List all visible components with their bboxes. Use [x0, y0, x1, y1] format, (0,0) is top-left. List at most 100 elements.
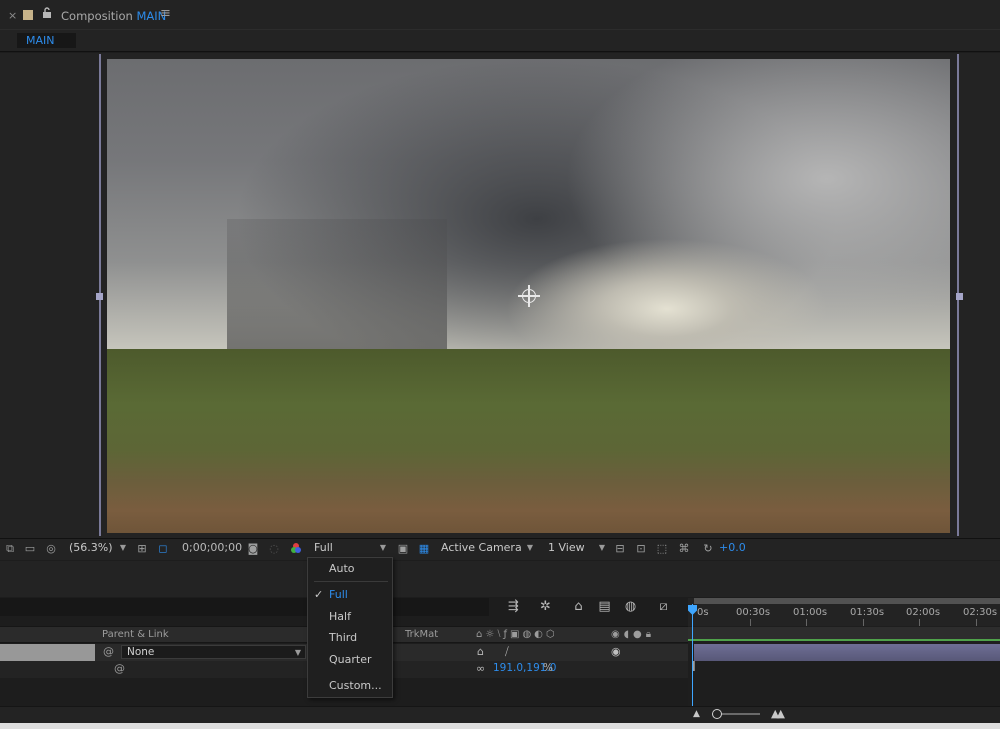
- ruler-tick: [750, 619, 751, 626]
- ruler-label-4: 02:00s: [906, 607, 941, 618]
- close-icon[interactable]: ×: [8, 9, 17, 22]
- chevron-down-icon: ▼: [379, 543, 386, 552]
- anchor-point-icon[interactable]: [518, 285, 540, 307]
- ruler-tick: [919, 619, 920, 626]
- playhead-line[interactable]: [692, 604, 693, 706]
- menu-item-half[interactable]: Half: [308, 607, 394, 627]
- parent-link-header: Parent & Link: [102, 629, 169, 640]
- constrain-proportions-icon[interactable]: ∞: [476, 662, 485, 675]
- menu-item-custom[interactable]: Custom...: [308, 676, 394, 696]
- timeline-icon[interactable]: ⬚: [655, 542, 669, 555]
- ruler-tick: [806, 619, 807, 626]
- menu-item-full[interactable]: ✓ Full: [308, 585, 394, 605]
- camera-dropdown[interactable]: Active Camera ▼: [437, 540, 537, 557]
- mask-path-icon[interactable]: ◻: [156, 542, 170, 555]
- menu-item-auto[interactable]: Auto: [308, 559, 394, 579]
- camera-value: Active Camera: [441, 541, 522, 554]
- menu-item-label: Quarter: [329, 653, 372, 666]
- composition-navigator-icon[interactable]: ⇶: [505, 599, 522, 614]
- layer-switches-header: ⌂☼⧵ƒ▣◍◐⬡: [476, 629, 558, 640]
- mask-view-icon[interactable]: ◎: [44, 542, 58, 555]
- timeline-panel-header: [0, 561, 1000, 597]
- transparency-grid-icon[interactable]: ▦: [417, 542, 431, 555]
- layer-name-cell[interactable]: [0, 644, 95, 661]
- timeline-zoom-knob[interactable]: [712, 709, 722, 719]
- ruler-label-5: 02:30s: [963, 607, 998, 618]
- resolution-value: Full: [314, 541, 333, 554]
- menu-item-label: Third: [329, 631, 358, 644]
- menu-item-label: Custom...: [329, 679, 382, 692]
- show-snapshot-icon[interactable]: ◌: [267, 542, 281, 555]
- current-timecode[interactable]: 0;00;00;00: [182, 541, 242, 554]
- flowchart-icon[interactable]: ⌘: [677, 542, 691, 555]
- toggle-pixel-aspect-icon[interactable]: ⊟: [613, 542, 627, 555]
- image-grassland: [107, 349, 950, 533]
- reset-exposure-icon[interactable]: ↻: [701, 542, 715, 555]
- parent-value: None: [127, 646, 155, 658]
- text-cursor-icon: I: [692, 660, 696, 675]
- views-dropdown[interactable]: 1 View ▼: [544, 540, 609, 557]
- composition-image[interactable]: [107, 59, 950, 533]
- composition-color-swatch: [23, 10, 33, 20]
- image-rain-shaft: [227, 219, 447, 349]
- channel-icon[interactable]: [289, 542, 303, 555]
- timeline-search-input[interactable]: [0, 598, 489, 616]
- visibility-eye-icon[interactable]: ◉: [611, 645, 621, 658]
- monitor-icon[interactable]: ▭: [23, 542, 37, 555]
- frame-handle-right[interactable]: [956, 293, 963, 300]
- work-area-range[interactable]: [694, 598, 1000, 604]
- exposure-value[interactable]: +0.0: [719, 541, 746, 554]
- work-area-bar[interactable]: [688, 627, 1000, 641]
- graph-editor-icon[interactable]: ⧄: [655, 599, 672, 614]
- breadcrumb-main[interactable]: MAIN: [17, 33, 76, 48]
- menu-item-label: Half: [329, 610, 351, 623]
- region-of-interest-icon[interactable]: ▣: [396, 542, 410, 555]
- zoom-dropdown[interactable]: (56.3%) ▼: [65, 540, 130, 557]
- frame-handle-left[interactable]: [96, 293, 103, 300]
- av-features-header: ◉◖●🔒︎: [611, 629, 656, 640]
- window-bottom-edge: [0, 723, 1000, 729]
- ruler-tick: [976, 619, 977, 626]
- panel-menu-icon[interactable]: ≡: [160, 6, 171, 21]
- snapshot-icon[interactable]: ◙: [246, 542, 260, 555]
- scale-unit: %: [543, 662, 553, 674]
- always-preview-icon[interactable]: ⧉: [3, 542, 17, 555]
- shy-switch-icon[interactable]: ⌂: [477, 645, 484, 658]
- menu-item-quarter[interactable]: Quarter: [308, 650, 394, 670]
- motion-blur-icon[interactable]: ◍: [622, 599, 639, 614]
- timeline-footer: [0, 706, 1000, 723]
- menu-item-third[interactable]: Third: [308, 628, 394, 648]
- grid-guides-icon[interactable]: ⊞: [135, 542, 149, 555]
- ruler-tick: [863, 619, 864, 626]
- frame-blending-icon[interactable]: ▤: [596, 599, 613, 614]
- chevron-down-icon: ▼: [526, 543, 533, 552]
- ruler-label-0: 0s: [697, 607, 709, 618]
- menu-separator: [314, 581, 388, 582]
- panel-title-prefix: Composition: [61, 9, 133, 23]
- ruler-label-3: 01:30s: [850, 607, 885, 618]
- zoom-in-icon[interactable]: ▲▲: [771, 707, 785, 720]
- lock-icon[interactable]: [42, 7, 52, 19]
- quality-switch-icon[interactable]: ⧸: [505, 645, 509, 659]
- ruler-label-2: 01:00s: [793, 607, 828, 618]
- trkmat-header: TrkMat: [405, 629, 439, 640]
- zoom-value: (56.3%): [69, 541, 113, 554]
- parent-dropdown[interactable]: None ▼: [121, 645, 306, 659]
- ruler-label-1: 00:30s: [736, 607, 771, 618]
- draft-3d-icon[interactable]: ✲: [537, 599, 554, 614]
- zoom-out-icon[interactable]: ▲: [693, 709, 700, 719]
- chevron-down-icon: ▼: [598, 543, 605, 552]
- pick-whip-icon[interactable]: @: [114, 662, 125, 675]
- layer-duration-bar[interactable]: [694, 644, 1000, 661]
- breadcrumb-bar: [0, 30, 1000, 52]
- pick-whip-icon[interactable]: @: [103, 645, 114, 658]
- views-value: 1 View: [548, 541, 585, 554]
- menu-item-label: Auto: [329, 562, 355, 575]
- resolution-dropdown[interactable]: Full ▼: [310, 540, 390, 557]
- shy-layers-icon[interactable]: ⌂: [570, 599, 587, 614]
- checkmark-icon: ✓: [314, 588, 324, 601]
- fast-previews-icon[interactable]: ⊡: [634, 542, 648, 555]
- chevron-down-icon: ▼: [294, 648, 301, 657]
- resolution-menu: Auto ✓ Full Half Third Quarter Custom...: [307, 557, 393, 698]
- panel-title[interactable]: Composition MAIN: [61, 9, 166, 23]
